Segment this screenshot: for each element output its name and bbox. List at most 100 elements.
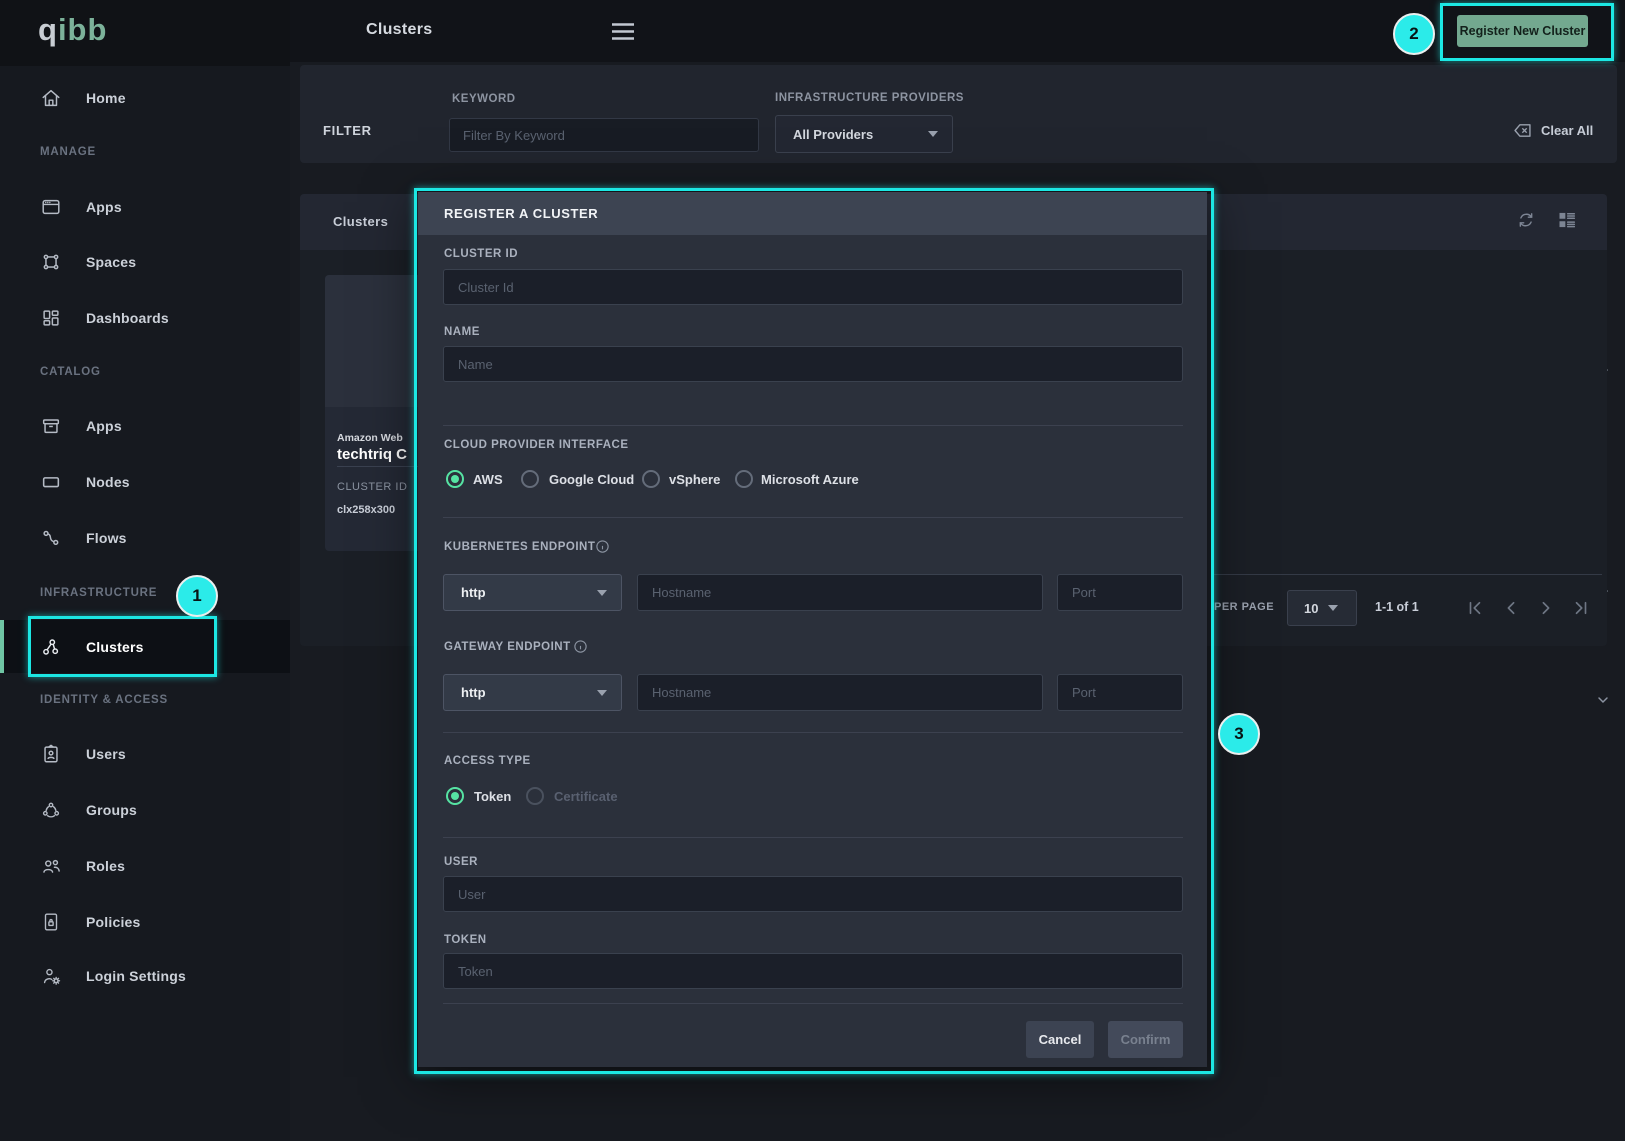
radio-aws-label[interactable]: AWS bbox=[473, 472, 503, 487]
dashboards-icon bbox=[40, 307, 62, 329]
confirm-button[interactable]: Confirm bbox=[1108, 1021, 1183, 1058]
sidebar-item-login-settings[interactable]: Login Settings bbox=[0, 954, 290, 998]
per-page-select[interactable]: 10 bbox=[1287, 590, 1357, 626]
info-icon[interactable] bbox=[595, 539, 610, 554]
divider bbox=[443, 837, 1183, 838]
cluster-id-field-label: CLUSTER ID bbox=[444, 248, 518, 260]
access-type-label: ACCESS TYPE bbox=[444, 755, 531, 767]
divider bbox=[443, 732, 1183, 733]
radio-token-label[interactable]: Token bbox=[474, 789, 511, 804]
sidebar-section-manage: MANAGE bbox=[40, 143, 96, 161]
user-badge-icon bbox=[40, 743, 62, 765]
radio-token[interactable] bbox=[446, 787, 464, 805]
groups-icon bbox=[40, 799, 62, 821]
gateway-port-input[interactable] bbox=[1057, 674, 1183, 711]
sidebar-item-policies[interactable]: Policies bbox=[0, 900, 290, 944]
clusters-panel-title: Clusters bbox=[333, 214, 388, 229]
flow-icon bbox=[40, 527, 62, 549]
divider bbox=[443, 517, 1183, 518]
divider bbox=[1213, 574, 1602, 575]
logo-bar: qibb bbox=[0, 0, 290, 66]
annotation-step-2: 2 bbox=[1393, 13, 1435, 55]
cluster-card-provider: Amazon Web bbox=[337, 432, 403, 444]
sidebar-item-spaces[interactable]: Spaces bbox=[0, 240, 290, 284]
keyword-input[interactable] bbox=[449, 118, 759, 152]
app-window: Clusters Register New Cluster qibb Home … bbox=[0, 0, 1625, 1141]
chevron-down-icon bbox=[597, 690, 607, 696]
user-gear-icon bbox=[40, 965, 62, 987]
sidebar-item-nodes[interactable]: Nodes bbox=[0, 460, 290, 504]
sidebar-item-flows[interactable]: Flows bbox=[0, 516, 290, 560]
radio-certificate[interactable] bbox=[526, 787, 544, 805]
radio-google-cloud-label[interactable]: Google Cloud bbox=[549, 472, 634, 487]
radio-microsoft-azure-label[interactable]: Microsoft Azure bbox=[761, 472, 859, 487]
register-cluster-modal: REGISTER A CLUSTER CLUSTER ID NAME CLOUD… bbox=[418, 192, 1207, 1067]
spaces-icon bbox=[40, 251, 62, 273]
divider bbox=[443, 425, 1183, 426]
radio-microsoft-azure[interactable] bbox=[735, 470, 753, 488]
modal-title: REGISTER A CLUSTER bbox=[444, 206, 598, 221]
providers-label: INFRASTRUCTURE PROVIDERS bbox=[775, 92, 964, 104]
per-page-label: PER PAGE bbox=[1214, 601, 1274, 613]
menu-icon[interactable] bbox=[611, 23, 635, 40]
sidebar-section-identity: IDENTITY & ACCESS bbox=[40, 691, 168, 709]
sidebar-item-roles[interactable]: Roles bbox=[0, 844, 290, 888]
sidebar-item-clusters[interactable]: Clusters bbox=[0, 625, 290, 669]
next-page-icon[interactable] bbox=[1537, 599, 1555, 617]
sidebar-item-apps-catalog[interactable]: Apps bbox=[0, 404, 290, 448]
k8s-port-input[interactable] bbox=[1057, 574, 1183, 611]
pagination-range: 1-1 of 1 bbox=[1375, 600, 1419, 614]
radio-certificate-label[interactable]: Certificate bbox=[554, 789, 618, 804]
previous-page-icon[interactable] bbox=[1502, 599, 1520, 617]
first-page-icon[interactable] bbox=[1466, 599, 1484, 617]
cluster-id-label: CLUSTER ID bbox=[337, 481, 407, 493]
sidebar-section-catalog: CATALOG bbox=[40, 363, 101, 381]
radio-vsphere[interactable] bbox=[642, 470, 660, 488]
home-icon bbox=[40, 87, 62, 109]
name-field-label: NAME bbox=[444, 326, 480, 338]
sidebar-item-home[interactable]: Home bbox=[0, 76, 290, 120]
register-new-cluster-button[interactable]: Register New Cluster bbox=[1457, 15, 1588, 47]
chevron-down-icon bbox=[1328, 605, 1338, 611]
k8s-hostname-input[interactable] bbox=[637, 574, 1043, 611]
gateway-protocol-select[interactable]: http bbox=[443, 674, 622, 711]
cancel-button[interactable]: Cancel bbox=[1026, 1021, 1094, 1058]
token-field-label: TOKEN bbox=[444, 934, 487, 946]
sidebar-section-infrastructure: INFRASTRUCTURE bbox=[40, 584, 157, 602]
qibb-logo: qibb bbox=[38, 12, 107, 48]
name-input[interactable] bbox=[443, 346, 1183, 382]
gateway-hostname-input[interactable] bbox=[637, 674, 1043, 711]
sidebar-item-apps-manage[interactable]: Apps bbox=[0, 185, 290, 229]
layout-view-icon[interactable] bbox=[1557, 210, 1577, 230]
user-input[interactable] bbox=[443, 876, 1183, 912]
cluster-id-input[interactable] bbox=[443, 269, 1183, 305]
token-input[interactable] bbox=[443, 953, 1183, 989]
roles-icon bbox=[40, 855, 62, 877]
last-page-icon[interactable] bbox=[1572, 599, 1590, 617]
cluster-icon bbox=[40, 636, 62, 658]
app-window-icon bbox=[40, 196, 62, 218]
clear-backspace-icon bbox=[1512, 120, 1533, 141]
filter-label: FILTER bbox=[323, 123, 372, 138]
page-title: Clusters bbox=[366, 21, 432, 39]
sidebar-item-groups[interactable]: Groups bbox=[0, 788, 290, 832]
k8s-protocol-select[interactable]: http bbox=[443, 574, 622, 611]
radio-vsphere-label[interactable]: vSphere bbox=[669, 472, 720, 487]
cluster-card-name: techtriq C bbox=[337, 446, 407, 463]
radio-aws[interactable] bbox=[446, 470, 464, 488]
gateway-endpoint-label: GATEWAY ENDPOINT bbox=[444, 641, 571, 653]
clear-all-button[interactable]: Clear All bbox=[1512, 120, 1593, 141]
radio-google-cloud[interactable] bbox=[521, 470, 539, 488]
sidebar-item-users[interactable]: Users bbox=[0, 732, 290, 776]
info-icon[interactable] bbox=[573, 639, 588, 654]
annotation-step-3: 3 bbox=[1218, 713, 1260, 755]
providers-select[interactable]: All Providers bbox=[775, 115, 953, 153]
sidebar-item-dashboards[interactable]: Dashboards bbox=[0, 296, 290, 340]
chevron-down-icon bbox=[928, 131, 938, 137]
box-icon bbox=[40, 415, 62, 437]
annotation-step-1: 1 bbox=[176, 575, 218, 617]
cluster-id-value: clx258x300 bbox=[337, 504, 395, 516]
chevron-down-icon[interactable] bbox=[1595, 692, 1611, 708]
refresh-icon[interactable] bbox=[1516, 210, 1536, 230]
node-icon bbox=[40, 471, 62, 493]
